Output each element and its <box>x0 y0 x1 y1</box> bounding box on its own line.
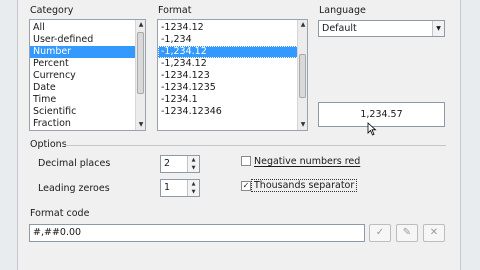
format-code-value: #,##0.00 <box>33 227 82 238</box>
scroll-up-arrow-icon[interactable]: ▲ <box>298 20 307 30</box>
format-item-selected[interactable]: -1,234.12 <box>158 46 307 58</box>
scroll-down-arrow-icon[interactable]: ▼ <box>136 120 145 130</box>
options-divider <box>65 145 446 146</box>
thousands-separator-checkbox[interactable]: ✓ <box>241 181 251 191</box>
leading-zeroes-label: Leading zeroes <box>38 183 110 194</box>
format-label: Format <box>158 5 192 16</box>
format-preview: 1,234.57 <box>318 102 445 127</box>
increment-arrow-icon[interactable]: ▲ <box>188 180 199 188</box>
category-list[interactable]: All User-defined Number Percent Currency… <box>29 19 146 131</box>
options-label: Options <box>30 139 67 150</box>
thousands-separator-label[interactable]: Thousands separator <box>250 179 358 192</box>
category-item-date[interactable]: Date <box>30 82 145 94</box>
check-icon[interactable]: ✓ <box>369 224 391 242</box>
leading-zeroes-value: 1 <box>164 182 171 193</box>
format-item[interactable]: -1234.1235 <box>158 82 307 94</box>
window-frame-right <box>460 0 480 270</box>
decimal-places-value: 2 <box>164 158 171 169</box>
category-scroll-thumb[interactable] <box>137 32 144 94</box>
category-item-scientific[interactable]: Scientific <box>30 106 145 118</box>
language-select[interactable]: Default ▼ <box>318 20 445 37</box>
leading-zeroes-stepper[interactable]: ▲ ▼ <box>187 180 199 196</box>
language-label: Language <box>319 5 366 16</box>
category-label: Category <box>30 5 74 16</box>
format-scroll-thumb[interactable] <box>299 54 306 98</box>
leading-zeroes-spinner[interactable]: 1 ▲ ▼ <box>160 179 200 197</box>
category-item-currency[interactable]: Currency <box>30 70 145 82</box>
decrement-arrow-icon[interactable]: ▼ <box>188 164 199 172</box>
chevron-down-icon[interactable]: ▼ <box>432 21 444 36</box>
delete-icon[interactable]: ✕ <box>423 224 445 242</box>
decimal-places-stepper[interactable]: ▲ ▼ <box>187 156 199 172</box>
scroll-down-arrow-icon[interactable]: ▼ <box>298 120 307 130</box>
category-scrollbar[interactable]: ▲ ▼ <box>135 20 145 130</box>
decrement-arrow-icon[interactable]: ▼ <box>188 188 199 196</box>
category-item-user-defined[interactable]: User-defined <box>30 34 145 46</box>
edit-comment-icon[interactable]: ✎ <box>396 224 418 242</box>
increment-arrow-icon[interactable]: ▲ <box>188 156 199 164</box>
window-frame-left <box>0 0 18 270</box>
format-scrollbar[interactable]: ▲ ▼ <box>297 20 307 130</box>
mouse-cursor-icon <box>367 122 377 136</box>
decimal-places-spinner[interactable]: 2 ▲ ▼ <box>160 155 200 173</box>
format-item[interactable]: -1234.12346 <box>158 106 307 118</box>
preview-value: 1,234.57 <box>360 109 403 120</box>
format-code-input[interactable]: #,##0.00 <box>29 224 365 242</box>
category-item-all[interactable]: All <box>30 22 145 34</box>
category-item-fraction[interactable]: Fraction <box>30 118 145 130</box>
format-item[interactable]: -1234.1 <box>158 94 307 106</box>
category-item-number[interactable]: Number <box>30 46 145 58</box>
decimal-places-label: Decimal places <box>38 158 111 169</box>
format-item[interactable]: -1,234 <box>158 34 307 46</box>
negative-red-label[interactable]: Negative numbers red <box>254 156 360 167</box>
language-value: Default <box>322 23 357 34</box>
negative-red-checkbox[interactable] <box>241 156 251 166</box>
format-list[interactable]: -1234.12 -1,234 -1,234.12 -1,234.12 -123… <box>157 19 308 131</box>
format-item[interactable]: -1234.123 <box>158 70 307 82</box>
format-item[interactable]: -1,234.12 <box>158 58 307 70</box>
format-code-label: Format code <box>30 208 90 219</box>
category-item-percent[interactable]: Percent <box>30 58 145 70</box>
category-item-time[interactable]: Time <box>30 94 145 106</box>
format-item[interactable]: -1234.12 <box>158 22 307 34</box>
scroll-up-arrow-icon[interactable]: ▲ <box>136 20 145 30</box>
